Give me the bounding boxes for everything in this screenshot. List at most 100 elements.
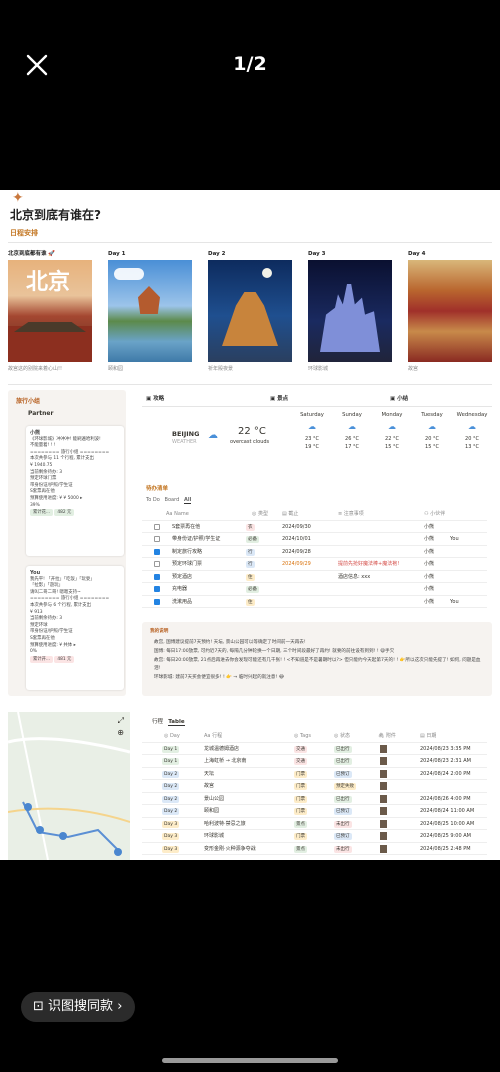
column-header[interactable]: ⚇ 小伙伴 [424, 508, 445, 521]
weather-low: 15 °C [425, 444, 439, 450]
attachment-thumbnail[interactable] [380, 769, 387, 778]
notes-callout: 我的说明 故宫, 国博建议提前7天预约! 天坛, 景山公园可以等确定了时间前一天… [142, 622, 492, 696]
member-card-1[interactable]: You 我先平! 「开拉」「吃饭」「玩耍」 「拉影」「遊玩」 请叫二哥二哥! 嗯… [26, 566, 124, 690]
day-tag: Day 1 [162, 758, 180, 765]
todo-name: 预定环球门票 [172, 561, 203, 567]
type-tag: 住 [246, 598, 255, 606]
partners-label[interactable]: Partner [28, 410, 53, 417]
note-line: 故宫, 国博建议提前7天预约! 天坛, 景山公园可以等确定了时间前一天再去! [154, 640, 306, 645]
itinerary-tabs[interactable]: 行程 Table [152, 717, 185, 726]
gallery-label: Day 4 [408, 251, 426, 257]
section-tips[interactable]: ▣ 小结 [390, 394, 408, 402]
attachment-thumbnail[interactable] [380, 807, 387, 815]
itinerary-row[interactable]: Day 3 环球影城 门票 已预订 2024/08/25 9:00 AM [142, 830, 487, 843]
expand-icon[interactable]: ⤢ [118, 716, 124, 726]
column-header[interactable]: Aa Name [166, 508, 189, 521]
column-header[interactable]: ≡ 注意事项 [338, 508, 364, 521]
itinerary-row[interactable]: Day 1 龙城温德姆酒店 交通 已出行 2024/08/23 3:35 PM [142, 743, 487, 755]
todo-tabs[interactable]: To Do Board All [146, 497, 192, 504]
card-line: 0% [30, 649, 37, 655]
table-row[interactable]: 制定旅行攻略 行 2024/09/28 小熊 [142, 546, 487, 558]
table-row[interactable]: S套票再在他 衣 2024/09/30 小熊 [142, 521, 487, 533]
column-header[interactable]: Aa 行程 [204, 730, 222, 743]
itinerary-table: ◎ Day Aa 行程 ◎ Tags ◎ 状态 🖇 附件 ▤ 日期 Day 1 龙城温德姆酒店… [142, 730, 487, 855]
itinerary-row[interactable]: Day 3 变形金刚·火种源争夺战 景点 未出行 2024/08/25 2:48 PM [142, 843, 487, 855]
column-header[interactable]: 🖇 附件 [378, 730, 396, 743]
attachment-thumbnail[interactable] [380, 832, 387, 840]
section-strategy[interactable]: ▣ 攻略 [146, 394, 164, 402]
column-header[interactable]: ▤ 截止 [282, 508, 298, 521]
table-row[interactable]: 预定酒店 住 酒店信息: xxx 小熊 [142, 571, 487, 583]
weather-high: 20 °C [425, 436, 439, 442]
itinerary-row[interactable]: Day 3 哈利波特·禁忌之旅 景点 未出行 2024/08/25 10:00 AM [142, 818, 487, 830]
card-line: 当前剩余待办: 3 [30, 616, 63, 622]
table-row[interactable]: 充电器 必备 小熊 [142, 583, 487, 596]
gallery-image: 北京 [8, 260, 92, 362]
todo-name: 预定酒店 [172, 573, 193, 580]
gallery-caption: 颐和园 [108, 366, 124, 372]
gallery-caption: 祈年殿夜景 [208, 366, 234, 372]
column-header[interactable]: ◎ 状态 [334, 730, 350, 743]
attachment-thumbnail[interactable] [380, 794, 387, 803]
card-line: ======== 旅行小组 ======== [30, 596, 110, 602]
column-header[interactable]: ◎ Tags [294, 730, 311, 743]
map-widget[interactable]: ⤢ ⊕ [8, 712, 130, 860]
table-row[interactable]: 带身份证/护照/学生证 必备 2024/10/01 小熊 You [142, 533, 487, 546]
todo-checkbox[interactable] [154, 523, 160, 530]
todo-checkbox[interactable] [154, 598, 160, 605]
table-row[interactable]: 洗漱用品 住 小熊 You [142, 596, 487, 608]
tab-itinerary[interactable]: 行程 [152, 719, 163, 725]
weather-high: 23 °C [305, 436, 319, 442]
itinerary-tag: 门票 [294, 783, 307, 790]
search-similar-button[interactable]: ⊡ 识图搜同款 › [21, 992, 135, 1022]
member-name: You [30, 570, 41, 576]
spend-badge: 累计开... [30, 655, 53, 663]
column-header[interactable]: ▤ 日期 [420, 730, 436, 743]
type-tag: 必备 [246, 586, 259, 593]
todo-checkbox[interactable] [154, 586, 160, 592]
weather-day: Tuesday [421, 412, 443, 418]
table-row[interactable]: 预定环球门票 行 2024/09/29 提前先抢好魔法棒+魔法袍! 小熊 [142, 558, 487, 571]
gallery-card-1[interactable]: Day 1 颐和园 [108, 248, 194, 372]
attachment-thumbnail[interactable] [380, 757, 387, 765]
itinerary-row[interactable]: Day 2 天坛 门票 已预订 2024/08/24 2:00 PM [142, 768, 487, 780]
attachment-thumbnail[interactable] [380, 844, 387, 853]
tab-all[interactable]: All [184, 497, 192, 504]
search-pill-label: 识图搜同款 [48, 999, 114, 1014]
cloud-icon: ☁ [468, 422, 476, 431]
todo-checkbox[interactable] [154, 548, 160, 555]
page-subtitle: 日程安排 [10, 229, 38, 237]
gallery-card-3[interactable]: Day 3 环球影城 [308, 248, 394, 372]
gallery-card-4[interactable]: Day 4 故宫 [408, 248, 494, 372]
day-tag: Day 2 [162, 795, 180, 803]
home-indicator[interactable] [162, 1058, 338, 1063]
todo-checkbox[interactable] [154, 573, 160, 580]
todo-name: S套票再在他 [172, 523, 201, 530]
assignee: 小熊 [424, 536, 435, 542]
tab-board[interactable]: Board [165, 497, 180, 503]
attachment-thumbnail[interactable] [380, 819, 387, 828]
section-spots[interactable]: ▣ 景点 [270, 394, 288, 402]
member-card-0[interactable]: 小熊 《环球影城》冲冲冲! 能刷遍哈利波! 不能量着! ! ! ========… [26, 426, 124, 556]
todo-checkbox[interactable] [154, 536, 160, 542]
itinerary-name: 颐和园 [204, 808, 220, 814]
itinerary-row[interactable]: Day 1 上海虹桥 → 北京南 交通 已出行 2024/08/23 2:31 AM [142, 755, 487, 768]
tab-table[interactable]: Table [168, 719, 185, 726]
gallery-card-2[interactable]: Day 2 祈年殿夜景 [208, 248, 294, 372]
itinerary-row[interactable]: Day 2 景山公园 门票 已出行 2024/08/26 4:00 PM [142, 793, 487, 805]
attachment-thumbnail[interactable] [380, 782, 387, 790]
itinerary-row[interactable]: Day 2 故宫 门票 预定失败 [142, 780, 487, 793]
gallery-label: Day 2 [208, 251, 226, 257]
weather-desc: overcast clouds [230, 439, 270, 445]
assignee: You [450, 598, 459, 605]
tab-todo[interactable]: To Do [146, 497, 160, 503]
attachment-thumbnail[interactable] [380, 744, 387, 753]
itinerary-row[interactable]: Day 2 颐和园 门票 已预订 2024/08/24 11:00 AM [142, 805, 487, 818]
gallery-card-0[interactable]: 北京到底都有谁 🚀 北京 故宫这的别院来着心山!! [8, 248, 94, 372]
column-header[interactable]: ◎ 类型 [252, 508, 268, 521]
locate-icon[interactable]: ⊕ [117, 728, 124, 737]
column-header[interactable]: ◎ Day [164, 730, 180, 743]
itinerary-name: 龙城温德姆酒店 [204, 745, 240, 752]
todo-checkbox[interactable] [154, 561, 160, 567]
weather-low: 13 °C [465, 444, 479, 450]
